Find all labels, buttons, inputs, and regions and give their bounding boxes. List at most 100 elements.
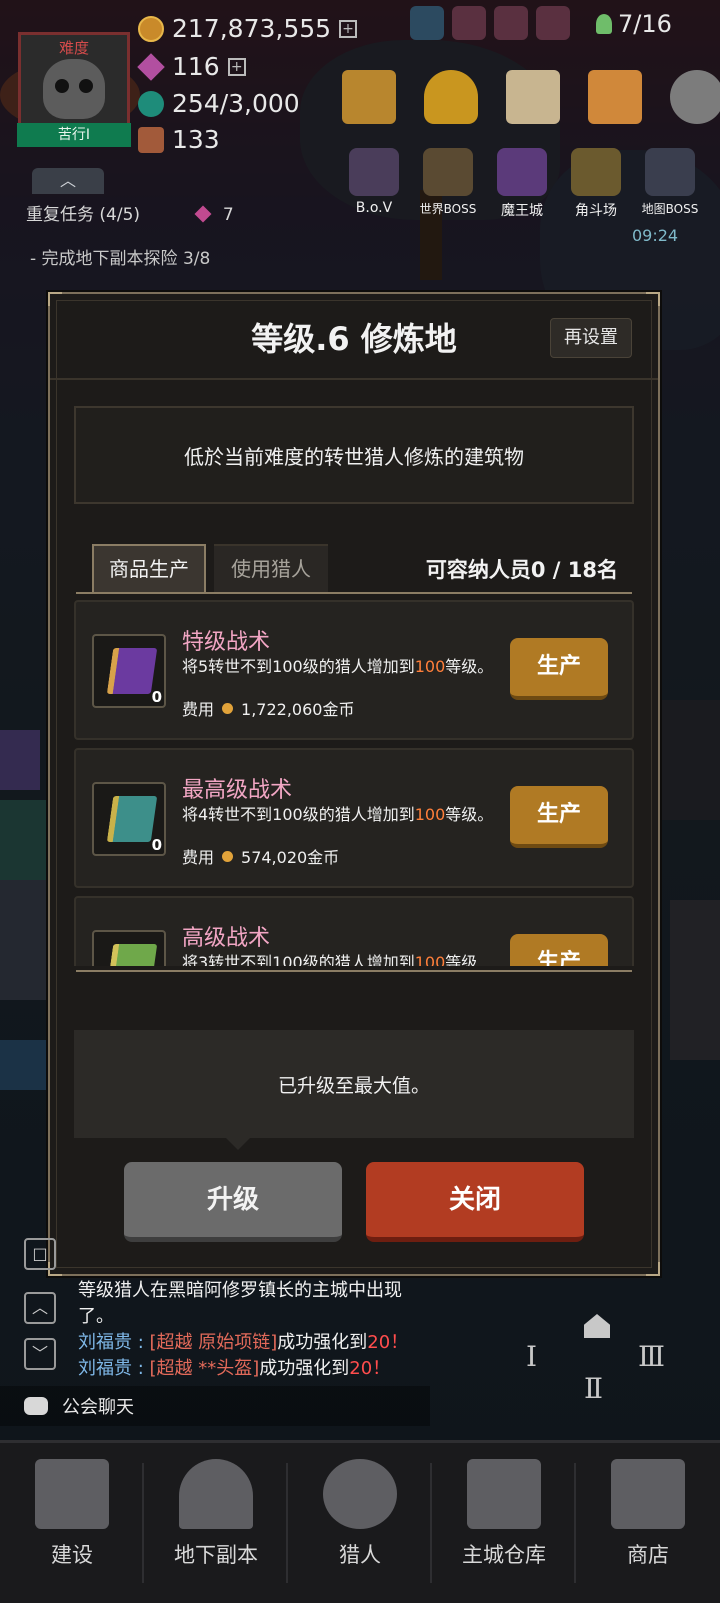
guild-chat-label: 公会聊天 bbox=[62, 1397, 134, 1418]
chat-line: 刘福贵 : [超越 原始项链]成功强化到20！ bbox=[78, 1332, 409, 1353]
difficulty-label: 难度 bbox=[58, 39, 89, 57]
population-value: 7/16 bbox=[618, 10, 672, 38]
shop-icon bbox=[611, 1459, 685, 1529]
guild-chat-bar[interactable]: 公会聊天 bbox=[0, 1386, 430, 1426]
chevron-up-icon: ︿ bbox=[59, 171, 76, 190]
boss-label: 角斗场 bbox=[575, 203, 617, 219]
list-item: 高级战术 将3转世不到100级的猎人增加到100等级 生产 bbox=[74, 896, 634, 966]
cost-value: 574,020金币 bbox=[241, 848, 340, 867]
corner-ornament bbox=[646, 1262, 660, 1276]
capacity-label: 可容纳人员0 / 18名 bbox=[425, 558, 618, 582]
buff-icon[interactable] bbox=[452, 6, 486, 40]
tactics-book-icon bbox=[106, 648, 158, 694]
buff-icon[interactable] bbox=[536, 6, 570, 40]
chat-bubble-icon bbox=[24, 1397, 48, 1415]
upgrade-button[interactable]: 升级 bbox=[124, 1162, 342, 1242]
nav-hunter[interactable]: 猎人 bbox=[288, 1443, 432, 1603]
nav-shop[interactable]: 商店 bbox=[576, 1443, 720, 1603]
cost-label: 费用 bbox=[182, 700, 215, 719]
item-name: 高级战术 bbox=[182, 926, 271, 951]
item-name: 特级战术 bbox=[182, 630, 271, 655]
bov-icon bbox=[349, 148, 399, 196]
stamina-orb-icon bbox=[138, 90, 164, 117]
nav-warehouse[interactable]: 主城仓库 bbox=[432, 1443, 576, 1603]
chevron-down-icon: ﹀ bbox=[31, 1344, 48, 1363]
boss-world[interactable]: 世界BOSS bbox=[416, 148, 480, 220]
nav-build[interactable]: 建设 bbox=[0, 1443, 144, 1603]
boss-map[interactable]: 地图BOSS bbox=[638, 148, 702, 220]
gem-value: 116 bbox=[172, 52, 220, 81]
item-name: 最高级战术 bbox=[182, 778, 293, 803]
map-boss-icon bbox=[645, 148, 695, 196]
chat-toggle-button[interactable]: □ bbox=[24, 1238, 56, 1270]
event-icon[interactable] bbox=[588, 70, 642, 124]
item-slot[interactable] bbox=[92, 930, 166, 966]
gold-coin-icon bbox=[222, 702, 234, 714]
produce-button[interactable]: 生产 bbox=[510, 786, 608, 848]
chat-log: 等级猎人在黑暗阿修罗镇长的主城中出现 了。 刘福贵 : [超越 原始项链]成功强… bbox=[78, 1280, 409, 1382]
produce-button[interactable]: 生产 bbox=[510, 638, 608, 700]
chest-icon bbox=[138, 126, 164, 153]
produce-button[interactable]: 生产 bbox=[510, 934, 608, 966]
repeat-quest[interactable]: 重复任务 (4/5) 7 bbox=[26, 200, 234, 225]
collapse-hud-button[interactable]: ︿ bbox=[32, 168, 104, 194]
codex-icon[interactable] bbox=[342, 70, 396, 124]
chat-line: 刘福贵 : [超越 **头盔]成功强化到20！ bbox=[78, 1358, 391, 1379]
boss-label: 魔王城 bbox=[501, 203, 543, 219]
mail-icon[interactable] bbox=[506, 70, 560, 124]
cost-label: 费用 bbox=[182, 848, 215, 867]
demon-castle-icon bbox=[497, 148, 547, 196]
chest-counter: 133 bbox=[138, 125, 220, 154]
menu-icons bbox=[342, 70, 720, 124]
tab-use-hunter[interactable]: 使用猎人 bbox=[214, 544, 328, 592]
buff-icon[interactable] bbox=[410, 6, 444, 40]
boss-label: B.o.V bbox=[355, 200, 393, 216]
stamina-counter: 254/3,000 bbox=[138, 89, 300, 118]
product-list[interactable]: 0 特级战术 将5转世不到100级的猎人增加到100等级。 费用 1,722,0… bbox=[74, 600, 634, 966]
close-button[interactable]: 关闭 bbox=[366, 1162, 584, 1242]
add-gold-button[interactable]: + bbox=[339, 19, 358, 38]
tab-product[interactable]: 商品生产 bbox=[92, 544, 206, 592]
nav-dungeon[interactable]: 地下副本 bbox=[144, 1443, 288, 1603]
item-slot[interactable]: 0 bbox=[92, 634, 166, 708]
boss-label: 地图BOSS bbox=[641, 202, 699, 216]
gem-icon bbox=[194, 205, 212, 223]
buff-icon[interactable] bbox=[494, 6, 528, 40]
boss-demon-castle[interactable]: 魔王城 bbox=[490, 148, 554, 220]
dungeon-gate-icon bbox=[179, 1459, 253, 1529]
difficulty-avatar[interactable]: 难度 苦行Ⅰ bbox=[17, 32, 131, 147]
cost-value: 1,722,060金币 bbox=[241, 700, 355, 719]
boss-timer: 09:24 bbox=[632, 226, 679, 245]
dialog-header: 等级.6 修炼地 再设置 bbox=[50, 294, 658, 380]
floor-2-icon[interactable]: Ⅱ bbox=[584, 1372, 603, 1405]
stamina-value: 254/3,000 bbox=[172, 89, 300, 118]
boss-arena[interactable]: 角斗场 bbox=[564, 148, 628, 220]
divider bbox=[76, 592, 632, 594]
population-counter: 7/16 bbox=[596, 10, 672, 38]
quest-title: 重复任务 (4/5) bbox=[26, 205, 141, 225]
boss-label: 世界BOSS bbox=[419, 202, 477, 216]
nav-label: 商店 bbox=[627, 1543, 669, 1567]
item-cost: 费用 574,020金币 bbox=[182, 844, 339, 868]
floor-1-icon[interactable]: Ⅰ bbox=[526, 1340, 537, 1373]
gold-counter: 217,873,555 + bbox=[138, 14, 358, 43]
boss-bov[interactable]: B.o.V bbox=[342, 148, 406, 220]
nav-label: 建设 bbox=[51, 1543, 93, 1567]
world-boss-icon bbox=[423, 148, 473, 196]
add-gem-button[interactable]: + bbox=[227, 57, 246, 76]
person-icon bbox=[596, 14, 612, 34]
item-cost: 费用 1,722,060金币 bbox=[182, 696, 354, 720]
list-item: 0 特级战术 将5转世不到100级的猎人增加到100等级。 费用 1,722,0… bbox=[74, 600, 634, 740]
boss-shortcuts: B.o.V 世界BOSS 魔王城 角斗场 地图BOSS bbox=[342, 148, 702, 220]
reset-button[interactable]: 再设置 bbox=[550, 318, 632, 358]
chat-scroll-down-button[interactable]: ﹀ bbox=[24, 1338, 56, 1370]
floor-3-icon[interactable]: Ⅲ bbox=[638, 1340, 665, 1373]
item-description: 将3转世不到100级的猎人增加到100等级 bbox=[182, 953, 478, 966]
difficulty-level: 苦行Ⅰ bbox=[17, 123, 131, 147]
bottom-nav: 建设 地下副本 猎人 主城仓库 商店 bbox=[0, 1440, 720, 1603]
chat-scroll-up-button[interactable]: ︿ bbox=[24, 1292, 56, 1324]
trophy-icon[interactable] bbox=[424, 70, 478, 124]
settings-icon[interactable] bbox=[670, 70, 720, 124]
nav-label: 主城仓库 bbox=[462, 1543, 546, 1567]
item-slot[interactable]: 0 bbox=[92, 782, 166, 856]
